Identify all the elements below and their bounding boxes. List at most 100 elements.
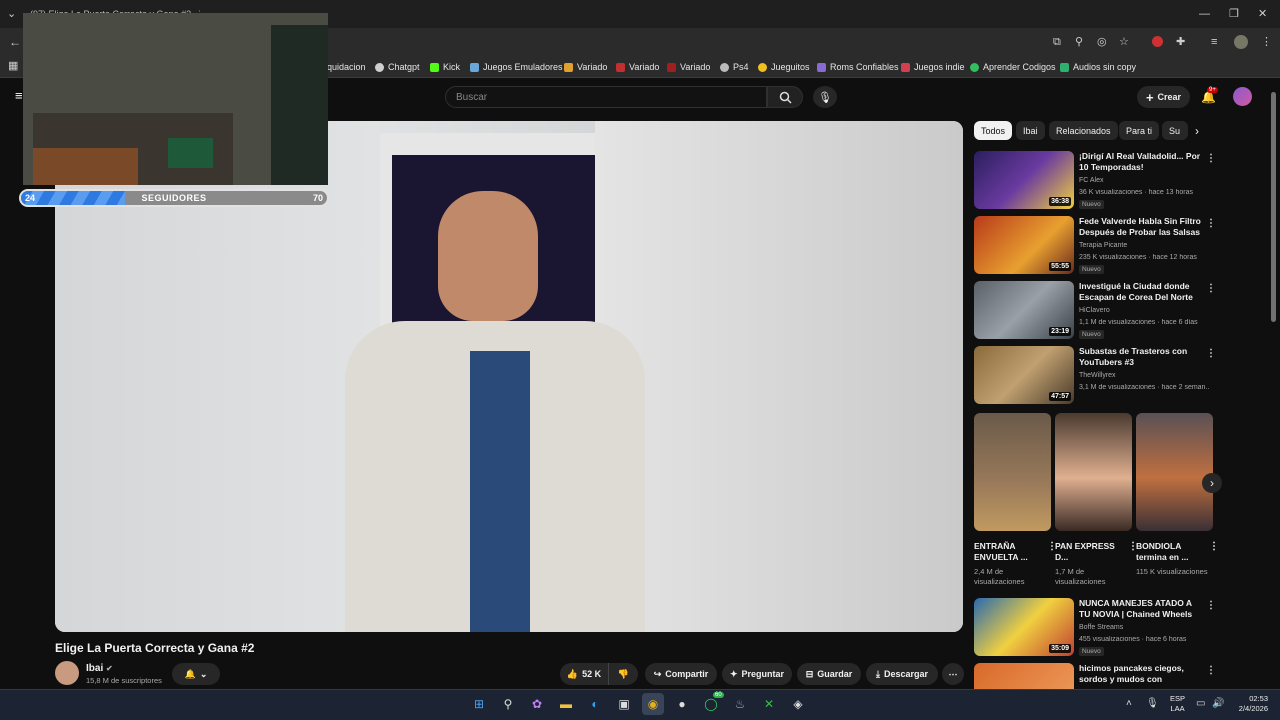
video-thumbnail <box>974 663 1074 689</box>
extension-icon[interactable] <box>1152 36 1163 47</box>
taskbar <box>0 689 1280 720</box>
bookmark-item[interactable]: Variado <box>616 60 659 74</box>
store-icon[interactable]: ▣ <box>613 693 635 715</box>
chevron-right-icon: › <box>1210 476 1214 490</box>
xbox-icon[interactable]: ✕ <box>758 693 780 715</box>
related-video[interactable]: 47:57 Subastas de Trasteros con YouTuber… <box>974 346 1216 404</box>
zoom-icon[interactable]: ⚲ <box>1075 36 1083 48</box>
video-meta: 1,1 M de visualizaciones · hace 6 días <box>1079 319 1198 326</box>
language-indicator[interactable]: ESP LAA <box>1170 694 1185 714</box>
share-icon: ↪ <box>653 668 662 679</box>
minimize-icon[interactable]: — <box>1199 8 1210 20</box>
steam-icon[interactable]: ♨ <box>729 693 751 715</box>
short-views: 1,7 M de visualizaciones <box>1055 567 1106 586</box>
voice-search-button[interactable]: 🎙 <box>813 86 837 108</box>
related-video[interactable]: hicimos pancakes ciegos, sordos y mudos … <box>974 663 1216 689</box>
short-item[interactable]: PAN EXPRESS D... 1,7 M de visualizacione… <box>1055 413 1138 587</box>
file-explorer-icon[interactable]: ▬ <box>555 693 577 715</box>
more-icon[interactable]: ⋮ <box>1206 218 1216 229</box>
cast-icon[interactable]: ⧉ <box>1053 36 1061 48</box>
chevron-up-icon[interactable]: ˄ <box>1126 698 1132 709</box>
more-icon[interactable]: ⋮ <box>1206 153 1216 164</box>
search-icon[interactable]: ⚲ <box>497 693 519 715</box>
search-input[interactable]: Buscar <box>445 86 767 108</box>
bookmark-item[interactable]: Roms Confiables <box>817 60 899 74</box>
bookmark-item[interactable]: Chatgpt <box>375 60 420 74</box>
chip-relacionados[interactable]: Relacionados <box>1049 121 1118 140</box>
apps-grid-icon[interactable]: ▦ <box>8 60 18 72</box>
windows-start-icon[interactable]: ⊞ <box>468 693 490 715</box>
chip-ibai[interactable]: Ibai <box>1016 121 1045 140</box>
bookmark-star-icon[interactable]: ☆ <box>1119 36 1129 48</box>
bookmark-item[interactable]: Variado <box>564 60 607 74</box>
restore-icon[interactable]: ❐ <box>1229 8 1239 20</box>
more-icon[interactable]: ⋮ <box>1206 600 1216 611</box>
save-button[interactable]: ⊟ Guardar <box>797 663 861 685</box>
menu-icon[interactable]: ⋮ <box>1261 36 1272 48</box>
related-video[interactable]: 36:38 ¡Dirigí Al Real Valladolid... Por … <box>974 151 1216 209</box>
clock-time: 02:53 <box>1249 694 1268 703</box>
more-icon[interactable]: ⋮ <box>1206 665 1216 676</box>
eye-off-icon[interactable]: ◎ <box>1097 36 1107 48</box>
tab-list-icon[interactable]: ⌄ <box>7 8 16 20</box>
search-button[interactable] <box>767 86 803 108</box>
download-button[interactable]: ⤓ Descargar <box>866 663 938 685</box>
clock-date: 2/4/2026 <box>1238 704 1268 713</box>
short-item[interactable]: ENTRAÑA ENVUELTA ... 2,4 M de visualizac… <box>974 413 1057 587</box>
bookmark-item[interactable]: Kick <box>430 60 460 74</box>
channel-name: HiClavero <box>1079 307 1110 314</box>
mic-icon[interactable]: 🎙 <box>1146 698 1159 709</box>
back-icon[interactable]: ← <box>9 36 21 48</box>
profile-avatar[interactable] <box>1234 35 1248 49</box>
bookmark-item[interactable]: Juegos indie <box>901 60 965 74</box>
more-icon[interactable]: ⋮ <box>1209 541 1219 552</box>
related-video[interactable]: 55:55 Fede Valverde Habla Sin Filtro Des… <box>974 216 1216 274</box>
shorts-next-button[interactable]: › <box>1202 473 1222 493</box>
clock[interactable]: 02:53 2/4/2026 <box>1230 694 1268 714</box>
bookmark-item[interactable]: Aprender Codigos <box>970 60 1056 74</box>
hamburger-menu-icon[interactable]: ≡ <box>15 89 23 102</box>
related-video[interactable]: 23:19 Investigué la Ciudad donde Escapan… <box>974 281 1216 339</box>
volume-icon[interactable]: 🔊 <box>1212 698 1224 709</box>
short-item[interactable]: BONDIOLA termina en ... 115 K visualizac… <box>1136 413 1219 577</box>
related-video[interactable]: 35:09 NUNCA MANEJES ATADO A TU NOVIA | C… <box>974 598 1216 656</box>
account-avatar[interactable] <box>1233 87 1252 106</box>
app-icon[interactable]: ◈ <box>787 693 809 715</box>
chip-suscripciones[interactable]: Su <box>1162 121 1188 140</box>
scrollbar-thumb[interactable] <box>1271 92 1276 322</box>
bookmark-label: Jueguitos <box>771 62 810 72</box>
bookmark-item[interactable]: Variado <box>667 60 710 74</box>
bookmark-item[interactable]: Juegos Emuladores <box>470 60 563 74</box>
ask-button[interactable]: ✦ Preguntar <box>722 663 792 685</box>
bookmark-icon <box>817 62 826 72</box>
subscribe-bell-button[interactable]: 🔔 ⌄ <box>172 663 220 685</box>
dislike-button[interactable]: 👎 <box>608 663 638 685</box>
more-icon[interactable]: ⋮ <box>1206 283 1216 294</box>
bookmark-item[interactable]: Audios sin copy <box>1060 60 1136 74</box>
chip-todos[interactable]: Todos <box>974 121 1013 140</box>
bookmark-item[interactable]: Ps4 <box>720 60 749 74</box>
copilot-icon[interactable]: ✿ <box>526 693 548 715</box>
puzzle-icon[interactable]: ✚ <box>1176 36 1185 48</box>
video-meta: 235 K visualizaciones · hace 12 horas <box>1079 254 1197 261</box>
channel-name[interactable]: Ibai ✔ <box>86 663 113 674</box>
edge-icon[interactable]: ◐ <box>584 693 606 715</box>
channel-name: Boffe Streams <box>1079 624 1124 631</box>
more-actions-button[interactable]: ⋯ <box>942 663 964 685</box>
bookmark-item[interactable]: Jueguitos <box>758 60 810 74</box>
chevron-right-icon[interactable]: › <box>1195 124 1199 138</box>
media-icon[interactable]: ≡ <box>1211 36 1217 48</box>
create-button[interactable]: + Crear <box>1137 86 1190 108</box>
more-icon: ⋯ <box>948 668 958 679</box>
close-icon[interactable]: ✕ <box>1258 8 1267 20</box>
channel-avatar[interactable] <box>55 661 79 685</box>
like-button[interactable]: 👍 52 K <box>560 663 608 685</box>
github-icon[interactable]: ● <box>671 693 693 715</box>
share-button[interactable]: ↪ Compartir <box>645 663 717 685</box>
bookmark-label: Variado <box>577 62 608 72</box>
bookmark-label: Roms Confiables <box>830 62 899 72</box>
more-icon[interactable]: ⋮ <box>1206 348 1216 359</box>
chip-para-ti[interactable]: Para ti <box>1119 121 1160 140</box>
network-icon[interactable]: ▭ <box>1196 698 1205 709</box>
chrome-icon[interactable]: ◉ <box>642 693 664 715</box>
